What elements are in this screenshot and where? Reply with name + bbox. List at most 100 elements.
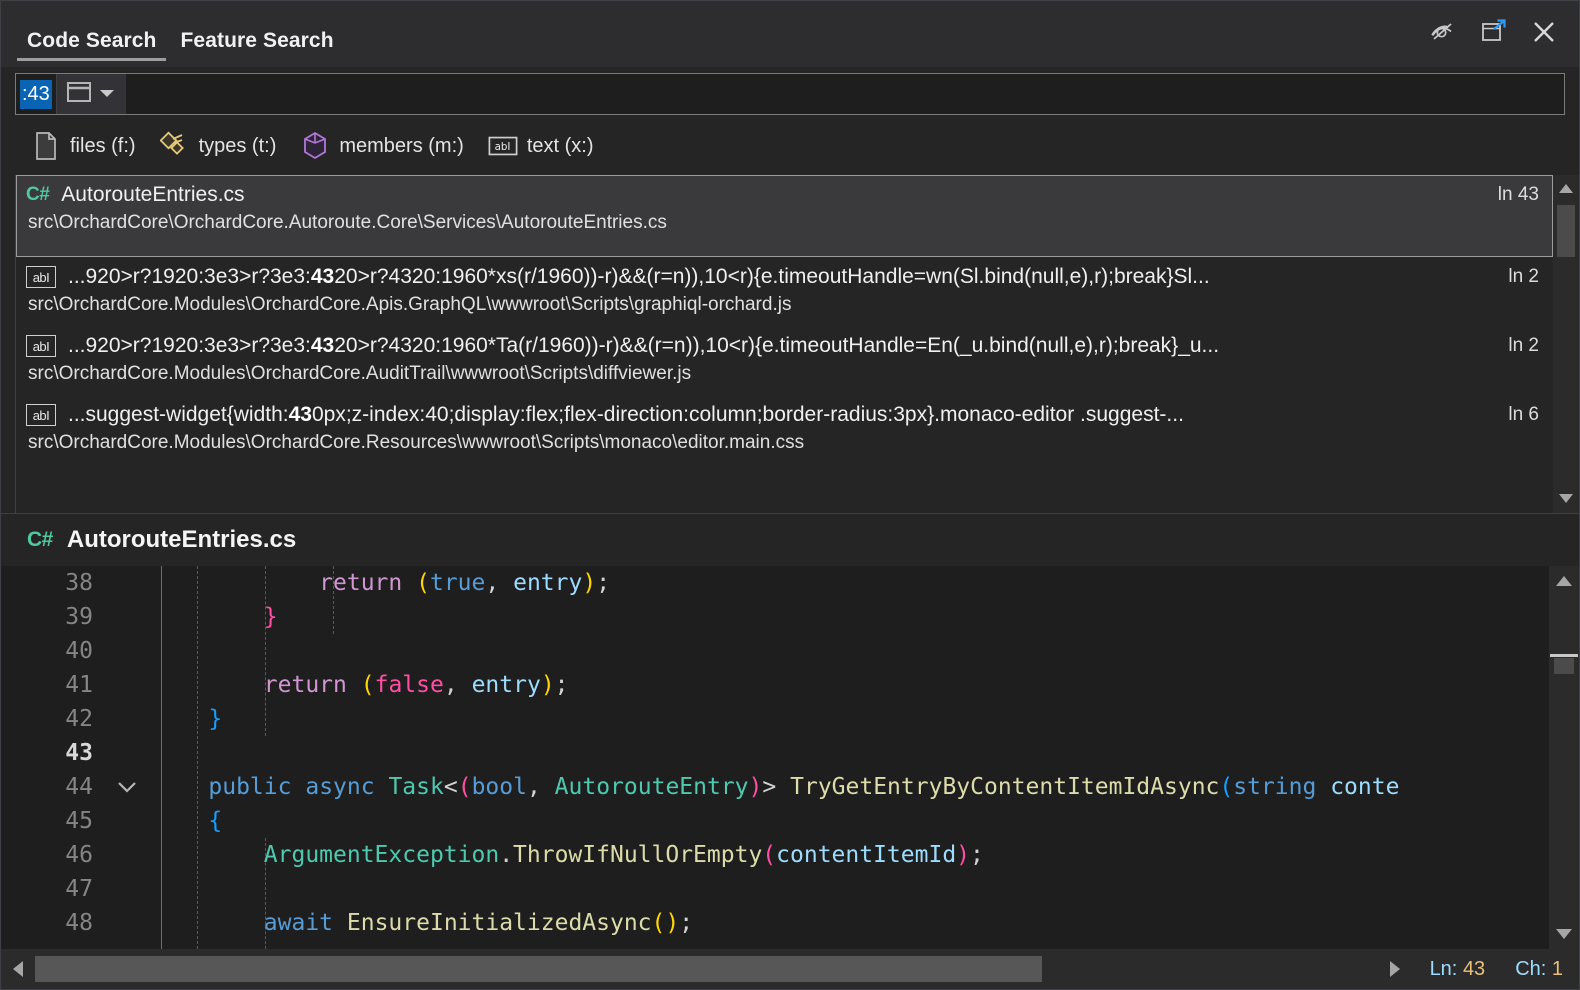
tab-code-search[interactable]: Code Search xyxy=(15,11,168,67)
scroll-down-arrow-icon[interactable] xyxy=(1549,919,1579,949)
code-preview-editor: C# AutorouteEntries.cs 38 xyxy=(1,513,1579,949)
search-results-panel: C# AutorouteEntries.cs ln 43 src\Orchard… xyxy=(1,175,1579,513)
scroll-up-arrow-icon[interactable] xyxy=(1549,566,1579,596)
code-area[interactable]: 38 return (true, entry); 39 } 40 xyxy=(1,566,1549,949)
code-line-42[interactable]: 42 } xyxy=(1,702,1549,736)
status-char-indicator: Ch: 1 xyxy=(1515,958,1563,981)
editor-horizontal-scrollbar[interactable] xyxy=(1,949,1412,989)
editor-scroll-thumb[interactable] xyxy=(1554,658,1574,674)
result-item-0[interactable]: C# AutorouteEntries.cs ln 43 src\Orchard… xyxy=(16,175,1553,257)
results-vertical-scrollbar[interactable] xyxy=(1553,175,1579,513)
status-line-label: Ln: xyxy=(1430,958,1458,980)
open-in-new-window-icon[interactable] xyxy=(1477,17,1511,47)
results-scroll-thumb[interactable] xyxy=(1557,205,1575,257)
result-item-1-line: ln 2 xyxy=(1490,266,1539,288)
editor-scroll-marker xyxy=(1550,654,1578,657)
result-item-0-title: AutorouteEntries.cs xyxy=(61,183,1468,207)
result-item-2-path: src\OrchardCore.Modules\OrchardCore.Audi… xyxy=(28,363,1539,385)
code-line-47[interactable]: 47 xyxy=(1,872,1549,906)
code-line-46[interactable]: 46 ArgumentException.ThrowIfNullOrEmpty(… xyxy=(1,838,1549,872)
line-number: 39 xyxy=(1,604,101,630)
result-item-1-title: ...920>r?1920:3e3>r?3e3:4320>r?4320:1960… xyxy=(68,265,1478,289)
scroll-up-arrow-icon[interactable] xyxy=(1553,175,1579,201)
tab-feature-search[interactable]: Feature Search xyxy=(168,11,345,67)
result-item-1-path: src\OrchardCore.Modules\OrchardCore.Apis… xyxy=(28,294,1539,316)
line-number: 40 xyxy=(1,638,101,664)
text-abl-icon: abI xyxy=(488,131,518,161)
result-item-3[interactable]: abI ...suggest-widget{width:430px;z-inde… xyxy=(16,395,1553,464)
code-line-text: ArgumentException.ThrowIfNullOrEmpty(con… xyxy=(153,842,1549,868)
tab-feature-search-label: Feature Search xyxy=(180,29,333,52)
code-line-text: public async Task<(bool, AutorouteEntry)… xyxy=(153,774,1549,800)
editor-vertical-scrollbar[interactable] xyxy=(1549,566,1579,949)
code-line-text: } xyxy=(153,706,1549,732)
result-item-0-header: C# AutorouteEntries.cs ln 43 xyxy=(26,183,1539,207)
line-number: 38 xyxy=(1,570,101,596)
preview-pane-toggle[interactable] xyxy=(56,74,126,114)
code-line-44[interactable]: 44 public async Task<(bool, AutorouteEnt… xyxy=(1,770,1549,804)
window-controls xyxy=(1427,1,1565,47)
csharp-icon: C# xyxy=(27,528,53,552)
search-results-list[interactable]: C# AutorouteEntries.cs ln 43 src\Orchard… xyxy=(15,175,1553,513)
editor-status-bar: Ln: 43 Ch: 1 xyxy=(1,949,1579,989)
horizontal-scroll-thumb[interactable] xyxy=(35,956,1042,982)
line-number: 45 xyxy=(1,808,101,834)
result-item-0-path: src\OrchardCore\OrchardCore.Autoroute.Co… xyxy=(28,212,1539,234)
fold-chevron-down-icon[interactable] xyxy=(101,780,153,794)
tab-code-search-label: Code Search xyxy=(27,29,156,52)
filter-text[interactable]: abI text (x:) xyxy=(486,129,608,163)
result-item-0-line: ln 43 xyxy=(1480,184,1539,206)
scroll-right-arrow-icon[interactable] xyxy=(1378,949,1412,989)
result-item-2[interactable]: abI ...920>r?1920:3e3>r?3e3:4320>r?4320:… xyxy=(16,326,1553,395)
line-number: 41 xyxy=(1,672,101,698)
code-line-40[interactable]: 40 xyxy=(1,634,1549,668)
window-tabbar: Code Search Feature Search xyxy=(1,1,1579,67)
filter-types-label: types (t:) xyxy=(199,135,277,158)
code-line-text: } xyxy=(153,604,1549,630)
result-item-2-header: abI ...920>r?1920:3e3>r?3e3:4320>r?4320:… xyxy=(26,334,1539,358)
filter-types[interactable]: types (t:) xyxy=(158,129,291,163)
file-icon xyxy=(31,131,61,161)
search-input[interactable]: :43 xyxy=(16,74,56,114)
svg-text:abI: abI xyxy=(494,141,510,153)
code-line-text: await EnsureInitializedAsync(); xyxy=(153,910,1549,936)
result-item-2-line: ln 2 xyxy=(1490,335,1539,357)
filter-files-label: files (f:) xyxy=(70,135,136,158)
line-number: 44 xyxy=(1,774,101,800)
code-line-48[interactable]: 48 await EnsureInitializedAsync(); xyxy=(1,906,1549,940)
result-item-1[interactable]: abI ...920>r?1920:3e3>r?3e3:4320>r?4320:… xyxy=(16,257,1553,326)
code-line-39[interactable]: 39 } xyxy=(1,600,1549,634)
code-line-text: return (false, entry); xyxy=(153,672,1549,698)
search-filter-row: files (f:) types (t:) members (m:) xyxy=(1,115,1579,175)
status-line-indicator: Ln: 43 xyxy=(1430,958,1486,981)
chevron-down-icon[interactable] xyxy=(99,85,115,103)
line-number: 46 xyxy=(1,842,101,868)
result-item-3-line: ln 6 xyxy=(1490,404,1539,426)
csharp-icon: C# xyxy=(26,184,49,206)
filter-text-label: text (x:) xyxy=(527,135,594,158)
status-char-label: Ch: xyxy=(1515,958,1546,980)
close-icon[interactable] xyxy=(1527,17,1561,47)
line-number: 43 xyxy=(1,740,101,766)
eye-off-icon[interactable] xyxy=(1427,17,1461,47)
code-line-41[interactable]: 41 return (false, entry); xyxy=(1,668,1549,702)
result-item-3-title: ...suggest-widget{width:430px;z-index:40… xyxy=(68,403,1478,427)
search-row: :43 xyxy=(1,67,1579,115)
tab-list: Code Search Feature Search xyxy=(15,1,346,67)
search-box[interactable]: :43 xyxy=(15,73,1565,115)
horizontal-scroll-track[interactable] xyxy=(35,949,1378,989)
filter-members[interactable]: members (m:) xyxy=(298,129,477,163)
members-icon xyxy=(300,131,330,161)
result-item-3-header: abI ...suggest-widget{width:430px;z-inde… xyxy=(26,403,1539,427)
line-number: 42 xyxy=(1,706,101,732)
editor-file-header: C# AutorouteEntries.cs xyxy=(1,514,1579,566)
scroll-down-arrow-icon[interactable] xyxy=(1553,485,1579,511)
code-line-43[interactable]: 43 xyxy=(1,736,1549,770)
filter-files[interactable]: files (f:) xyxy=(29,129,150,163)
scroll-left-arrow-icon[interactable] xyxy=(1,949,35,989)
code-search-window: Code Search Feature Search xyxy=(0,0,1580,990)
code-line-45[interactable]: 45 { xyxy=(1,804,1549,838)
filter-members-label: members (m:) xyxy=(339,135,463,158)
code-line-38[interactable]: 38 return (true, entry); xyxy=(1,566,1549,600)
result-item-3-path: src\OrchardCore.Modules\OrchardCore.Reso… xyxy=(28,432,1539,454)
